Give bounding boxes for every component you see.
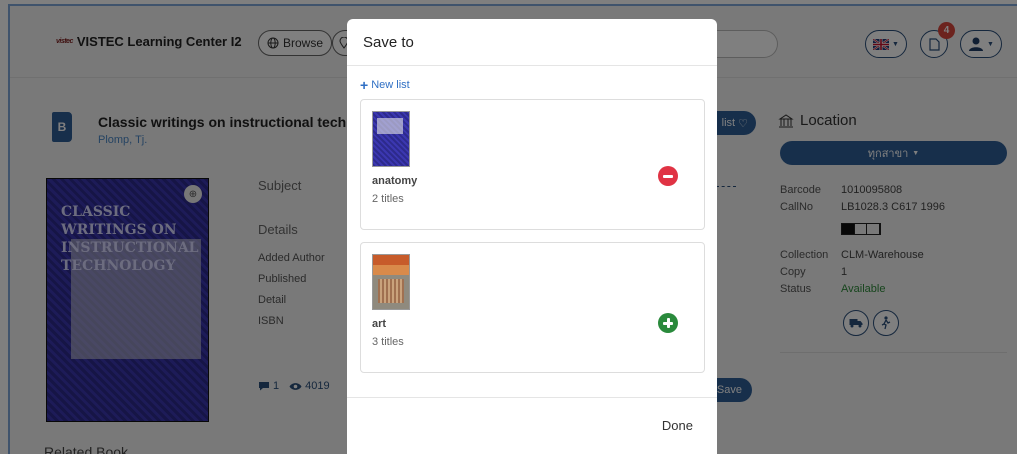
add-to-list-circle-button[interactable]	[658, 313, 678, 333]
list-thumbnail	[372, 254, 410, 310]
list-name: art	[372, 318, 387, 330]
list-thumbnail	[372, 111, 410, 167]
list-card-anatomy: anatomy 2 titles	[360, 99, 705, 230]
dialog-title: Save to	[363, 33, 414, 51]
new-list-label: New list	[371, 79, 410, 91]
save-to-dialog: Save to + New list anatomy 2 titles art …	[347, 19, 717, 454]
dialog-footer: Done	[347, 397, 717, 454]
list-name: anatomy	[372, 175, 418, 187]
minus-icon	[663, 174, 673, 178]
remove-from-list-button[interactable]	[658, 166, 678, 186]
list-title-count: 3 titles	[372, 336, 404, 348]
new-list-button[interactable]: + New list	[360, 76, 410, 93]
done-button[interactable]: Done	[662, 418, 693, 433]
dialog-header: Save to	[347, 19, 717, 66]
plus-icon: +	[360, 76, 369, 93]
plus-circle-icon	[663, 318, 673, 328]
list-card-art: art 3 titles	[360, 242, 705, 373]
list-title-count: 2 titles	[372, 193, 404, 205]
